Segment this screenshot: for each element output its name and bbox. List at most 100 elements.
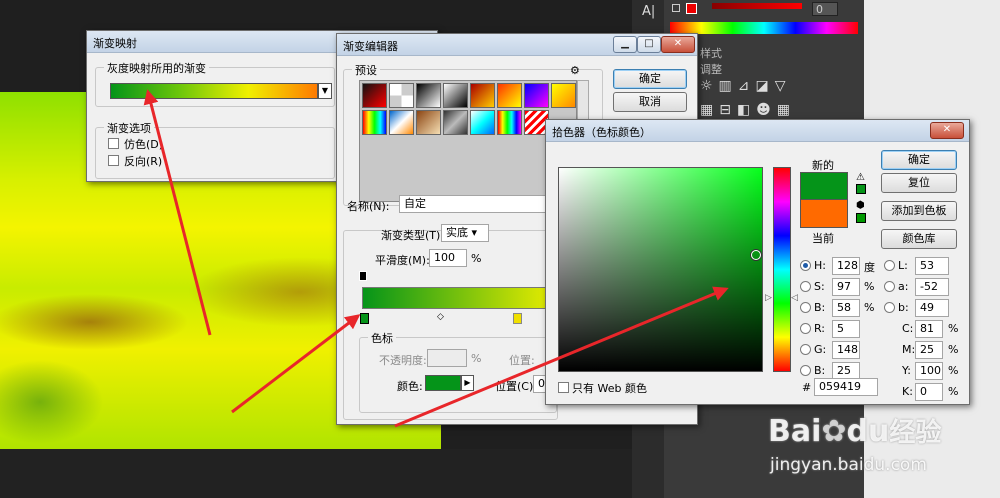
preset-swatch[interactable]: [470, 110, 495, 135]
editor-cancel-button[interactable]: 取消: [613, 92, 687, 112]
l-input[interactable]: 53: [915, 257, 949, 275]
h-unit: 度: [864, 261, 875, 274]
preset-swatch[interactable]: [443, 83, 468, 108]
gradient-type-select[interactable]: 实底 ▾: [441, 224, 489, 242]
preset-swatch[interactable]: [389, 110, 414, 135]
color-label: 颜色:: [397, 380, 423, 393]
color-field-cursor[interactable]: [751, 250, 761, 260]
panel-checkbox[interactable]: [672, 4, 680, 12]
h-radio[interactable]: [800, 260, 811, 271]
preset-swatch[interactable]: [497, 110, 522, 135]
gradient-name-input[interactable]: 自定: [399, 195, 549, 213]
l-radio[interactable]: [884, 260, 895, 271]
gamut-swatch[interactable]: [856, 184, 866, 194]
gradient-dropdown-button[interactable]: ▼: [318, 83, 332, 99]
a-input[interactable]: -52: [915, 278, 949, 296]
preset-swatch[interactable]: [551, 83, 576, 108]
web-colors-only-checkbox[interactable]: [558, 382, 569, 393]
k-label: K:: [902, 385, 913, 398]
color-picker-dialog: 拾色器（色标颜色） ✕ ▷ ◁ 新的 当前 ⚠ ⬢ 确定 复位 添加到色板 颜色…: [545, 119, 970, 405]
color-libraries-button[interactable]: 颜色库: [881, 229, 957, 249]
gradient-options-group: 渐变选项 仿色(D) 反向(R): [95, 120, 335, 179]
reverse-label: 反向(R): [124, 155, 163, 168]
a-radio[interactable]: [884, 281, 895, 292]
g-radio[interactable]: [800, 344, 811, 355]
m-input[interactable]: 25: [915, 341, 943, 359]
canvas-bottom: [0, 449, 632, 498]
blue-radio[interactable]: [800, 365, 811, 376]
hue-slider-right-handle[interactable]: ◁: [791, 293, 798, 303]
current-color-swatch[interactable]: [800, 200, 848, 228]
panel-value-field[interactable]: 0: [812, 2, 838, 16]
opacity-label: 不透明度:: [379, 354, 427, 367]
reverse-checkbox[interactable]: [108, 155, 119, 166]
hex-input[interactable]: 059419: [814, 378, 878, 396]
gamut-warning-icon[interactable]: ⚠: [856, 172, 865, 183]
gradient-group-label: 灰度映射所用的渐变: [104, 60, 209, 76]
saturation-brightness-field[interactable]: [558, 167, 763, 372]
opacity-position-label: 位置:: [509, 354, 535, 367]
gradient-editor-titlebar: 渐变编辑器 ▁ □ ✕: [337, 34, 697, 56]
y-input[interactable]: 100: [915, 362, 943, 380]
lab-b-input[interactable]: 49: [915, 299, 949, 317]
preset-swatch[interactable]: [416, 110, 441, 135]
styles-tab[interactable]: 样式: [700, 45, 722, 61]
adjustment-icons-row2[interactable]: ▦⊟◧☻▦: [700, 102, 796, 118]
web-safe-swatch[interactable]: [856, 213, 866, 223]
minimize-button[interactable]: ▁: [613, 36, 637, 53]
maximize-button[interactable]: □: [637, 36, 661, 53]
stop-color-swatch[interactable]: [425, 375, 461, 391]
b-radio[interactable]: [800, 302, 811, 313]
picker-reset-button[interactable]: 复位: [881, 173, 957, 193]
color-stop-right[interactable]: [513, 313, 522, 324]
editor-ok-button[interactable]: 确定: [613, 69, 687, 89]
preset-swatch[interactable]: [524, 83, 549, 108]
gradient-group: 灰度映射所用的渐变 ▼: [95, 60, 335, 107]
picker-close-button[interactable]: ✕: [930, 122, 964, 139]
red-swatch[interactable]: [686, 3, 697, 14]
lab-b-radio[interactable]: [884, 302, 895, 313]
gradient-bar[interactable]: [362, 287, 562, 309]
r-input[interactable]: 5: [832, 320, 860, 338]
r-radio[interactable]: [800, 323, 811, 334]
hue-slider-left-handle[interactable]: ▷: [765, 293, 772, 303]
paw-icon: ✿: [821, 414, 847, 449]
close-button[interactable]: ✕: [661, 36, 695, 53]
midpoint-diamond[interactable]: ◇: [437, 312, 444, 322]
b-label: B:: [814, 301, 826, 314]
preset-swatch[interactable]: [362, 83, 387, 108]
red-slider-track[interactable]: [712, 3, 802, 9]
gradient-editor-title: 渐变编辑器: [343, 40, 398, 53]
preset-swatch[interactable]: [470, 83, 495, 108]
preset-swatch[interactable]: [443, 110, 468, 135]
preset-swatch[interactable]: [362, 110, 387, 135]
b-input[interactable]: 58: [832, 299, 860, 317]
smoothness-input[interactable]: 100: [429, 249, 467, 267]
web-safe-cube-icon[interactable]: ⬢: [856, 200, 865, 211]
preset-swatch[interactable]: [389, 83, 414, 108]
adjustments-tab[interactable]: 调整: [700, 61, 722, 77]
opacity-stop-left[interactable]: [359, 271, 367, 281]
dither-label: 仿色(D): [124, 138, 164, 151]
hue-slider[interactable]: [773, 167, 791, 372]
preset-swatch[interactable]: [497, 83, 522, 108]
panel-spectrum-bar[interactable]: [670, 22, 858, 34]
k-input[interactable]: 0: [915, 383, 943, 401]
name-label: 名称(N):: [347, 200, 390, 213]
h-input[interactable]: 128: [832, 257, 860, 275]
presets-gear-icon[interactable]: ⚙: [570, 64, 580, 77]
g-input[interactable]: 148: [832, 341, 860, 359]
c-input[interactable]: 81: [915, 320, 943, 338]
dither-checkbox[interactable]: [108, 138, 119, 149]
add-to-swatches-button[interactable]: 添加到色板: [881, 201, 957, 221]
color-menu-arrow[interactable]: ▶: [461, 375, 474, 391]
character-tool-icon[interactable]: A|: [642, 4, 655, 19]
current-color-label: 当前: [812, 232, 834, 245]
picker-ok-button[interactable]: 确定: [881, 150, 957, 170]
preset-swatch[interactable]: [416, 83, 441, 108]
adjustment-icons-row1[interactable]: ☼▥⊿◪▽: [700, 78, 792, 94]
s-input[interactable]: 97: [832, 278, 860, 296]
color-stop-left[interactable]: [360, 313, 369, 324]
gradient-map-preview[interactable]: [110, 83, 318, 99]
s-radio[interactable]: [800, 281, 811, 292]
